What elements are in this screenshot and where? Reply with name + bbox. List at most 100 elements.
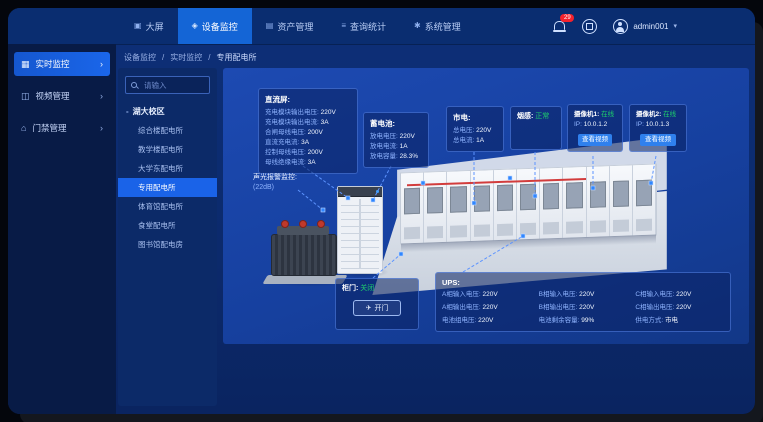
view-video-button[interactable]: 查看视频	[640, 134, 675, 146]
tree-item-selected[interactable]: 专用配电所	[118, 178, 217, 197]
door-status: 关闭	[360, 285, 374, 292]
gear-icon: ✱	[414, 22, 421, 30]
camera-label: 摄像机1:	[574, 111, 599, 118]
breadcrumb-current: 专用配电所	[216, 52, 256, 63]
battery-title: 蓄电池:	[370, 118, 422, 129]
metric-value: 3A	[308, 159, 316, 166]
station-tree-panel: - 湖大校区 综合楼配电所 教学楼配电所 大学东配电所 专用配电所 体育馆配电所…	[118, 68, 217, 406]
tree-item[interactable]: 教学楼配电所	[118, 140, 217, 159]
metric-value: 220V	[482, 304, 497, 311]
callout-smoke: 烟感: 正常	[510, 106, 562, 150]
metric-label: C相输出电压:	[635, 304, 674, 311]
ip-label: IP:	[636, 121, 644, 128]
view-video-button[interactable]: 查看视频	[578, 134, 612, 146]
alarm-bell-icon[interactable]: 29	[552, 19, 566, 33]
nav-tab-assets[interactable]: ▤ 资产管理	[252, 8, 328, 44]
dc-panel-title: 直流屏:	[265, 94, 351, 105]
nav-tab-label: 查询统计	[350, 20, 386, 33]
sidebar-item-label: 视频管理	[36, 90, 70, 102]
sidebar-item-video-management[interactable]: ◫ 视频管理 ›	[14, 84, 110, 108]
metric-label: 直流充电流:	[265, 139, 299, 146]
metric-value: 220V	[321, 109, 336, 116]
breadcrumb-item[interactable]: 设备监控	[124, 52, 156, 63]
breadcrumb-separator: /	[162, 53, 164, 62]
open-door-button[interactable]: ✈ 开门	[353, 300, 402, 316]
camera-status: 在线	[663, 111, 676, 118]
alarm-value: (22dB)	[253, 184, 297, 191]
nav-tab-query-stats[interactable]: ≡ 查询统计	[327, 8, 400, 44]
callout-camera-2: 摄像机2: 在线 IP: 10.0.1.3 查看视频	[629, 104, 687, 152]
chevron-down-icon: ▾	[673, 22, 677, 30]
sidebar-item-access-control[interactable]: ⌂ 门禁管理 ›	[14, 116, 110, 140]
ups-title: UPS:	[442, 278, 724, 287]
open-door-label: 开门	[374, 303, 388, 313]
metric-value: 3A	[321, 119, 329, 126]
nav-tab-label: 设备监控	[202, 20, 238, 33]
monitor-canvas: 直流屏: 充电模块输出电压: 220V 充电模块输出电流: 3A 合闸母线电压:…	[223, 68, 749, 344]
top-navbar: ▣ 大屏 ◈ 设备监控 ▤ 资产管理 ≡ 查询统计 ✱ 系统管理	[8, 8, 755, 45]
fullscreen-icon[interactable]	[582, 19, 597, 34]
callout-camera-1: 摄像机1: 在线 IP: 10.0.1.2 查看视频	[567, 104, 623, 152]
metric-label: A相输出电压:	[442, 304, 481, 311]
metric-label: 控制母线电压:	[265, 149, 306, 156]
tree-search	[125, 76, 210, 94]
user-name: admin001	[633, 22, 668, 31]
video-icon: ◫	[21, 92, 30, 101]
monitor-icon: ◈	[192, 22, 198, 30]
metric-label: B相输出电压:	[539, 304, 578, 311]
metric-value: 220V	[476, 127, 491, 134]
metric-label: 总电压:	[453, 127, 474, 134]
metric-value: 1A	[476, 137, 484, 144]
metric-value: 200V	[308, 129, 323, 136]
search-input[interactable]	[142, 80, 204, 91]
metric-value: 28.3%	[400, 153, 418, 160]
metric-label: A相输入电压:	[442, 291, 481, 298]
tree-item[interactable]: 体育馆配电所	[118, 197, 217, 216]
metric-label: 总电流:	[453, 137, 474, 144]
metric-value: 220V	[676, 304, 691, 311]
metric-value: 220V	[482, 291, 497, 298]
asset-icon: ▤	[266, 22, 274, 30]
mains-title: 市电:	[453, 112, 497, 123]
metric-value: 1A	[400, 143, 408, 150]
metric-label: 供电方式:	[635, 317, 663, 324]
nav-tab-dashboard[interactable]: ▣ 大屏	[120, 8, 178, 44]
tree-item[interactable]: 大学东配电所	[118, 159, 217, 178]
metric-label: B相输入电压:	[539, 291, 578, 298]
breadcrumb-separator: /	[208, 53, 210, 62]
user-menu[interactable]: admin001 ▾	[613, 19, 677, 34]
nav-tab-label: 大屏	[146, 20, 164, 33]
realtime-monitor-icon: ▦	[21, 60, 30, 69]
sidebar-item-realtime-monitor[interactable]: ▦ 实时监控 ›	[14, 52, 110, 76]
breadcrumb-item[interactable]: 实时监控	[170, 52, 202, 63]
ip-label: IP:	[574, 121, 582, 128]
tree-parent-campus[interactable]: - 湖大校区	[126, 106, 209, 117]
chevron-right-icon: ›	[100, 91, 103, 101]
metric-value: 99%	[581, 317, 594, 324]
tree-item[interactable]: 食堂配电所	[118, 216, 217, 235]
nav-tab-label: 资产管理	[277, 20, 313, 33]
dashboard-frame: ▣ 大屏 ◈ 设备监控 ▤ 资产管理 ≡ 查询统计 ✱ 系统管理	[8, 8, 755, 414]
breadcrumb: 设备监控 / 实时监控 / 专用配电所	[124, 50, 256, 64]
stats-icon: ≡	[341, 22, 346, 30]
door-label: 柜门:	[342, 285, 358, 292]
door-open-icon: ✈	[366, 304, 372, 312]
callout-door: 柜门: 关闭 ✈ 开门	[335, 278, 419, 330]
collapse-icon: -	[126, 107, 129, 116]
metric-label: 电池组电压:	[442, 317, 476, 324]
tree-item[interactable]: 综合楼配电所	[118, 121, 217, 140]
callout-battery: 蓄电池: 放电电压: 220V 放电电流: 1A 放电容量: 28.3%	[363, 112, 429, 168]
chevron-right-icon: ›	[100, 59, 103, 69]
tree-item[interactable]: 图书馆配电房	[118, 235, 217, 254]
sidebar-item-label: 实时监控	[36, 58, 70, 70]
door-icon: ⌂	[21, 124, 26, 133]
metric-label: 放电电压:	[370, 133, 398, 140]
nav-tab-system[interactable]: ✱ 系统管理	[400, 8, 475, 44]
metric-label: 母线绝缘电流:	[265, 159, 306, 166]
metric-value: 220V	[676, 291, 691, 298]
app-window: ▣ 大屏 ◈ 设备监控 ▤ 资产管理 ≡ 查询统计 ✱ 系统管理	[0, 0, 763, 422]
metric-value: 220V	[478, 317, 493, 324]
alarm-label: 声光报警监控:	[253, 172, 297, 182]
nav-tab-device-monitor[interactable]: ◈ 设备监控	[178, 8, 252, 44]
nav-tabs: ▣ 大屏 ◈ 设备监控 ▤ 资产管理 ≡ 查询统计 ✱ 系统管理	[120, 8, 475, 44]
